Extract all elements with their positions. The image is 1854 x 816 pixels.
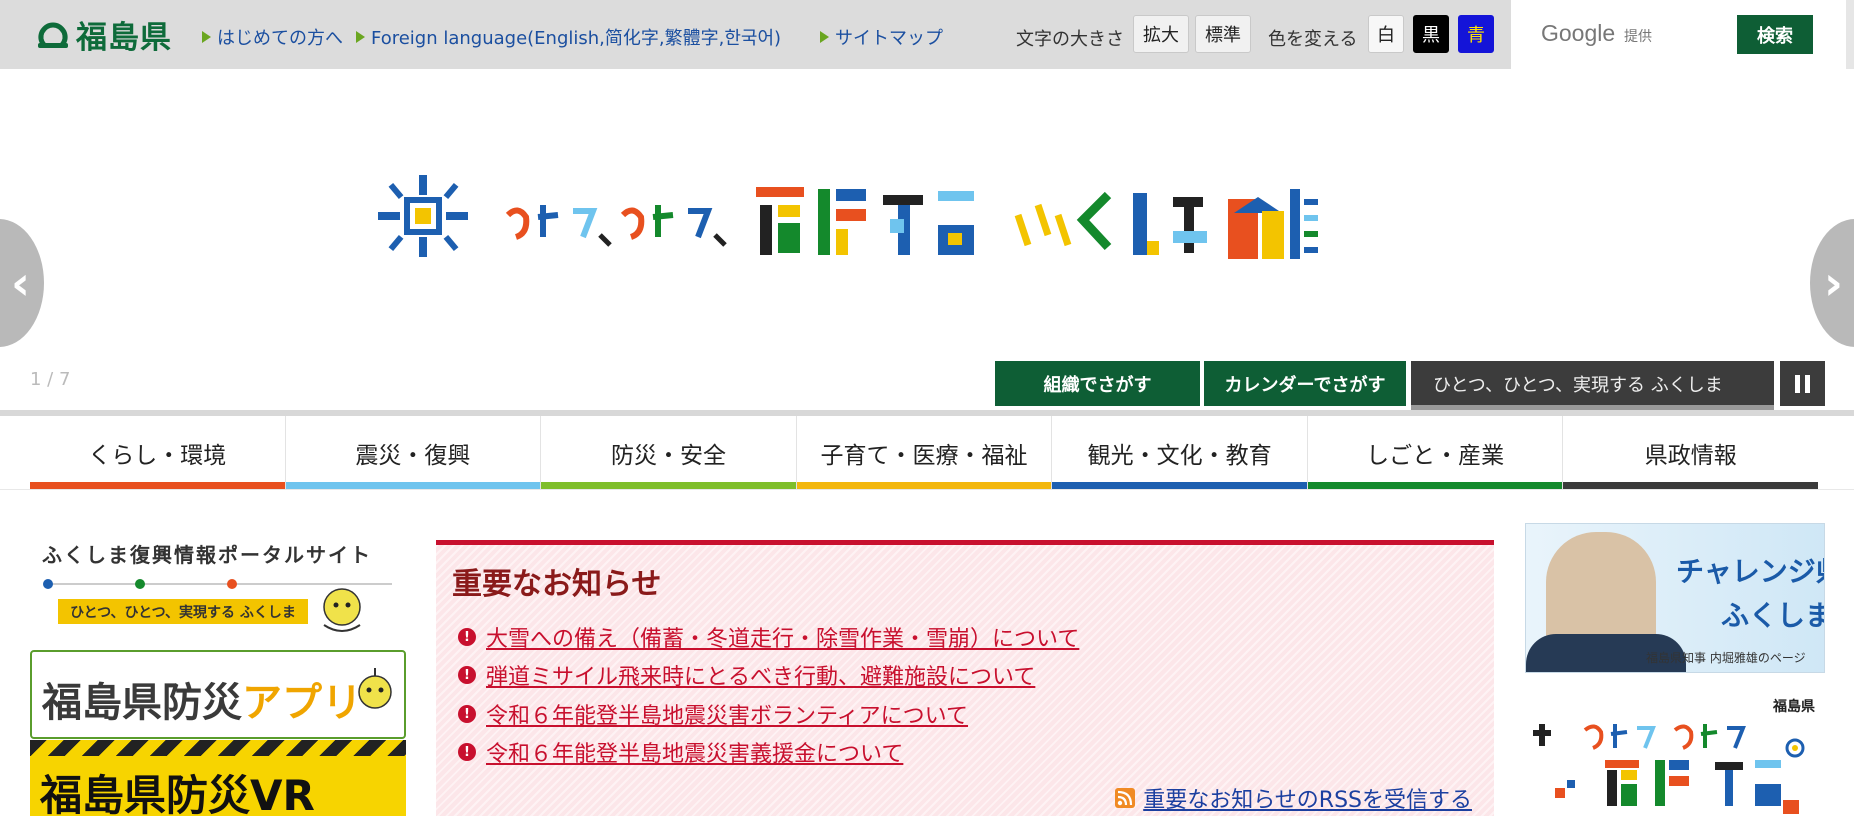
link-sitemap[interactable]: サイトマップ [820,24,943,50]
font-standard-button[interactable]: 標準 [1195,15,1251,53]
banner-vr-title: 福島県防災VR [40,771,315,816]
color-black-button[interactable]: 黒 [1413,15,1449,53]
nav-item-disaster-recovery[interactable]: 震災・復興 [284,416,541,489]
nav-item-color-bar [30,482,285,489]
rss-link[interactable]: 重要なお知らせのRSSを受信する [1143,782,1472,814]
important-notices: 重要なお知らせ ! 大雪への備え（備蓄・冬道走行・除雪作業・雪崩）について ! … [436,540,1494,816]
banner-disaster-vr[interactable]: 福島県防災VR [30,740,406,816]
hero-slider: ‹ › 1 / 7 組織でさがす カレンダーでさがす ひとつ、ひとつ、実現する … [0,69,1854,410]
banner-disaster-app[interactable]: 福島県防災アプリ [30,650,406,739]
slogan-artwork [378,175,1318,259]
slogan-hitotsu-2 [620,205,727,247]
logo-mark-icon [36,17,70,51]
nav-item-tourism-culture[interactable]: 観光・文化・教育 [1051,416,1307,489]
nav-item-color-bar [1307,482,1563,489]
alert-icon: ! [458,705,476,723]
nav-item-label: 防災・安全 [610,442,726,469]
nav-item-label: しごと・産業 [1366,442,1505,469]
color-blue-button[interactable]: 青 [1458,15,1494,53]
global-nav: くらし・環境 震災・復興 防災・安全 子育て・医療・福祉 観光・文化・教育 しご… [30,416,1819,489]
nav-item-color-bar [541,482,796,489]
nav-item-label: 震災・復興 [355,442,471,469]
notice-link[interactable]: 弾道ミサイル飛来時にとるべき行動、避難施設について [486,659,1035,691]
google-provided-label: 提供 [1624,29,1652,45]
search-by-org-button[interactable]: 組織でさがす [995,361,1200,406]
color-change-label: 色を変える [1268,29,1358,50]
nav-item-prefectural-info[interactable]: 県政情報 [1562,416,1819,489]
triangle-bullet-icon [202,31,211,43]
banner-app-title: 福島県防災アプリ [42,680,362,726]
notice-link[interactable]: 令和６年能登半島地震災害ボランティアについて [486,698,968,730]
challenge-title-line2: ふくしま! [1721,599,1824,632]
nav-item-color-bar [1052,482,1307,489]
sun-icon [378,175,468,257]
banner-portal-title: ふくしま復興情報ポータルサイト [42,543,372,567]
notices-title: 重要なお知らせ [452,567,662,602]
banner-recovery-portal[interactable]: ふくしま復興情報ポータルサイト ひとつ、ひとつ、実現する ふくしま [30,533,405,639]
chevron-right-icon: › [1824,256,1843,310]
nav-item-work-industry[interactable]: しごと・産業 [1306,416,1563,489]
banner-governor-page[interactable]: チャレンジ県 ふくしま! 福島県知事 内堀雅雄のページ [1525,523,1825,673]
google-label[interactable]: Google [1541,20,1615,47]
link-first-visit-label: はじめての方へ [217,28,343,49]
nav-item-color-bar [285,482,541,489]
nav-item-living[interactable]: くらし・環境 [30,416,285,489]
notice-item: ! 令和６年能登半島地震災害義援金について [458,736,903,768]
search-by-calendar-button[interactable]: カレンダーでさがす [1204,361,1406,406]
font-enlarge-button[interactable]: 拡大 [1133,15,1189,53]
notice-item: ! 令和６年能登半島地震災害ボランティアについて [458,698,968,730]
hazard-stripes [30,740,406,756]
rss-link-row: 重要なお知らせのRSSを受信する [1115,782,1472,814]
search-button[interactable]: 検索 [1737,15,1813,54]
slogan-suru [883,191,974,255]
link-first-visit[interactable]: はじめての方へ [202,24,343,50]
challenge-title-line1: チャレンジ県 [1676,555,1824,588]
slogan-artwork-small [1533,724,1805,814]
slider-prev-button[interactable]: ‹ [0,219,44,347]
alert-icon: ! [458,628,476,646]
notice-link[interactable]: 令和６年能登半島地震災害義援金について [486,736,903,768]
logo-text: 福島県 [76,19,172,56]
rss-icon [1115,788,1136,808]
slider-next-button[interactable]: › [1810,219,1854,347]
mascot-icon [358,668,392,709]
nav-item-label: 子育て・医療・福祉 [820,442,1028,469]
nav-item-color-bar [1563,482,1819,489]
nav-item-safety[interactable]: 防災・安全 [540,416,796,489]
link-foreign-language[interactable]: Foreign language(English,简化字,繁體字,한국어) [356,24,781,50]
notice-link[interactable]: 大雪への備え（備蓄・冬道走行・除雪作業・雪崩）について [486,621,1079,653]
triangle-bullet-icon [356,31,365,43]
pause-icon [1795,374,1810,393]
nav-item-label: 県政情報 [1644,442,1737,469]
notice-item: ! 弾道ミサイル飛来時にとるべき行動、避難施設について [458,659,1035,691]
nav-item-label: くらし・環境 [88,442,227,469]
slide-counter: 1 / 7 [30,369,71,390]
banner-portal-tag: ひとつ、ひとつ、実現する ふくしま [58,599,308,624]
link-sitemap-label: サイトマップ [835,28,943,49]
slogan-fukushima [1014,191,1207,255]
mascot-icon [323,588,361,632]
search-edge [1846,0,1854,69]
challenge-subtitle: 福島県知事 内堀雅雄のページ [1646,651,1806,665]
alert-icon: ! [458,666,476,684]
nav-item-label: 観光・文化・教育 [1087,442,1272,469]
chevron-left-icon: ‹ [11,256,30,310]
site-logo[interactable]: 福島県 [36,14,172,56]
nav-item-color-bar [796,482,1052,489]
slogan-hitotsu-1 [505,205,612,247]
link-foreign-language-label: Foreign language(English,简化字,繁體字,한국어) [371,28,782,49]
font-size-label: 文字の大きさ [1016,29,1124,50]
alert-icon: ! [458,743,476,761]
slogan-pref-mark [1228,189,1318,259]
slogan-jitsugen [756,187,866,255]
banner-slogan[interactable]: 福島県 [1525,690,1825,816]
slide-caption[interactable]: ひとつ、ひとつ、実現する ふくしま [1411,361,1774,406]
triangle-bullet-icon [820,31,829,43]
pause-button[interactable] [1780,361,1825,406]
color-white-button[interactable]: 白 [1368,15,1404,53]
notice-item: ! 大雪への備え（備蓄・冬道走行・除雪作業・雪崩）について [458,621,1079,653]
nav-item-childcare-medical[interactable]: 子育て・医療・福祉 [795,416,1052,489]
